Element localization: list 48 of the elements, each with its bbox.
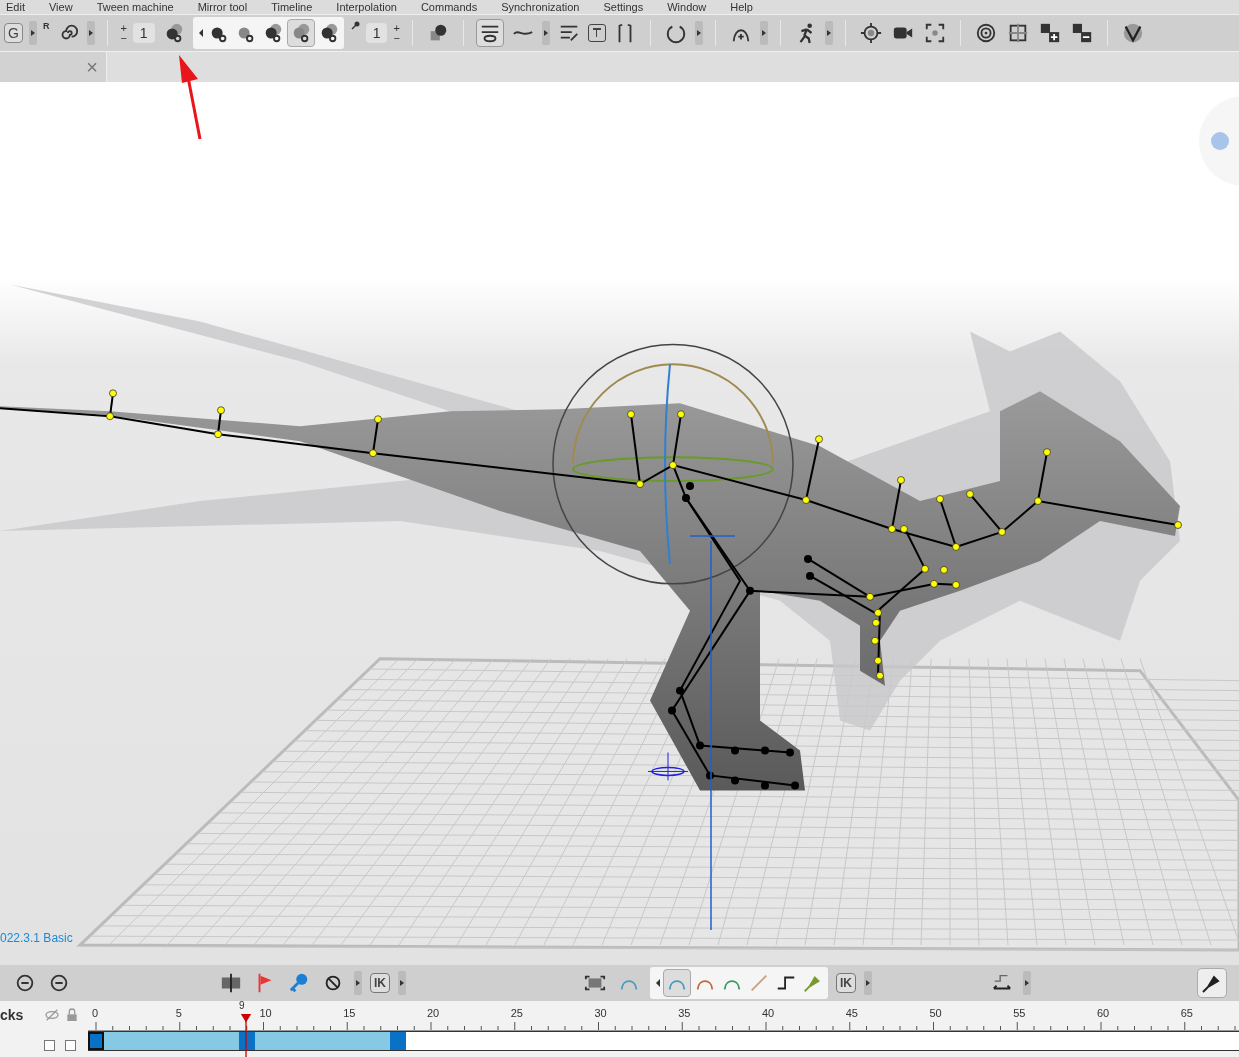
playhead[interactable]	[239, 1014, 253, 1057]
tracks-label: cks	[0, 1007, 25, 1024]
frame-number: 40	[762, 1007, 775, 1019]
frame-number: 50	[929, 1007, 942, 1019]
lock-icon[interactable]	[64, 1007, 80, 1024]
ik-button[interactable]: IK	[836, 973, 856, 993]
increment-button[interactable]: +	[393, 23, 400, 33]
frame-number: 10	[259, 1007, 272, 1019]
key-icon	[349, 21, 360, 31]
menu-item[interactable]: Mirror tool	[197, 0, 248, 14]
frame-number: 65	[1180, 1007, 1193, 1019]
menu-item[interactable]: Interpolation	[336, 0, 397, 14]
frame-number: 30	[594, 1007, 607, 1019]
frame-number: 60	[1097, 1007, 1110, 1019]
menu-item[interactable]: Settings	[603, 0, 644, 14]
frame-number: 20	[427, 1007, 440, 1019]
keyframe[interactable]	[88, 1032, 104, 1050]
frame-number: 45	[845, 1007, 858, 1019]
lock-checkbox[interactable]	[65, 1039, 76, 1051]
menu-item[interactable]: Commands	[420, 0, 478, 14]
frame-number: 35	[678, 1007, 691, 1019]
pin-icon[interactable]	[1197, 968, 1227, 998]
menu-item[interactable]: Timeline	[271, 0, 313, 14]
mode-button[interactable]: G	[4, 23, 23, 43]
curves-visibility-icon[interactable]	[475, 19, 504, 47]
visibility-checkbox[interactable]	[44, 1039, 55, 1051]
menu-item[interactable]: Window	[667, 0, 707, 14]
menu-item[interactable]: Synchronization	[501, 0, 580, 14]
menu-item[interactable]: View	[48, 0, 73, 14]
ik-button[interactable]: IK	[370, 973, 390, 993]
menu-item[interactable]: Edit	[6, 0, 25, 14]
key-mode-button[interactable]	[286, 19, 315, 47]
frame-number: 25	[510, 1007, 523, 1019]
frame-number: 0	[92, 1007, 99, 1019]
menu-item[interactable]: Tween machine	[96, 0, 174, 14]
increment-button[interactable]: +	[120, 23, 127, 33]
text-tool-icon[interactable]	[587, 24, 606, 42]
version-label: 022.3.1 Basic	[0, 931, 73, 945]
decrement-button[interactable]: −	[120, 33, 127, 43]
frame-number: 55	[1013, 1007, 1026, 1019]
decrement-button[interactable]: −	[393, 33, 400, 43]
frame-number: 5	[175, 1007, 182, 1019]
mode-label: R	[42, 21, 50, 31]
step-field[interactable]: 1	[132, 23, 155, 43]
current-frame-label: 9	[239, 1000, 245, 1011]
frame-number: 15	[343, 1007, 356, 1019]
menu-item[interactable]: Help	[730, 0, 753, 14]
step-field[interactable]: 1	[365, 23, 388, 43]
